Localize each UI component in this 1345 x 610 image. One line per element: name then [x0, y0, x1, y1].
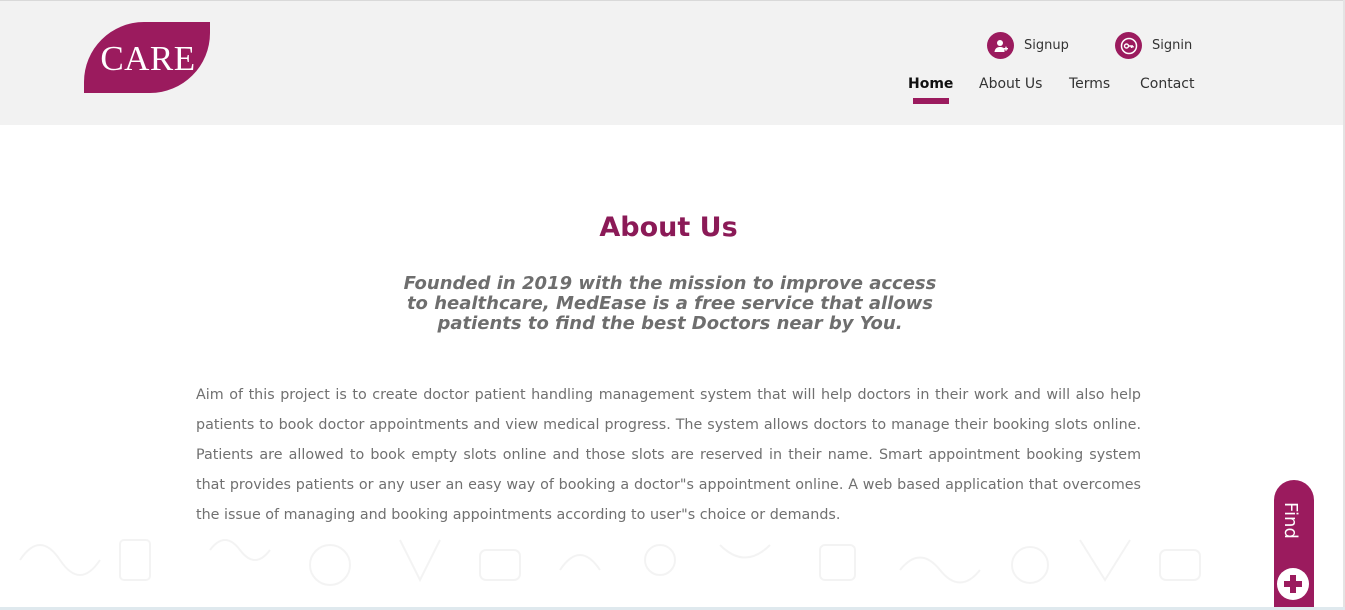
find-doctor-tab[interactable]: Find — [1274, 480, 1314, 610]
page-subtitle: Founded in 2019 with the mission to impr… — [403, 273, 937, 334]
user-add-icon — [987, 32, 1014, 59]
key-icon — [1115, 32, 1142, 59]
signup-label: Signup — [1024, 38, 1069, 53]
site-header: CARE Signup Signin Home About Us Terms C… — [0, 0, 1345, 125]
nav-about-us[interactable]: About Us — [979, 76, 1042, 92]
logo-text: CARE — [100, 38, 196, 78]
signin-link[interactable]: Signin — [1115, 32, 1192, 59]
signup-link[interactable]: Signup — [987, 32, 1069, 59]
plus-icon — [1277, 568, 1309, 600]
nav-home[interactable]: Home — [908, 76, 953, 92]
nav-terms[interactable]: Terms — [1069, 76, 1110, 92]
care-logo[interactable]: CARE — [84, 22, 210, 93]
about-description: Aim of this project is to create doctor … — [196, 387, 1141, 523]
find-label: Find — [1280, 502, 1301, 539]
nav-contact[interactable]: Contact — [1140, 76, 1194, 92]
page-title: About Us — [599, 212, 738, 243]
active-nav-indicator — [913, 98, 949, 104]
signin-label: Signin — [1152, 38, 1193, 53]
